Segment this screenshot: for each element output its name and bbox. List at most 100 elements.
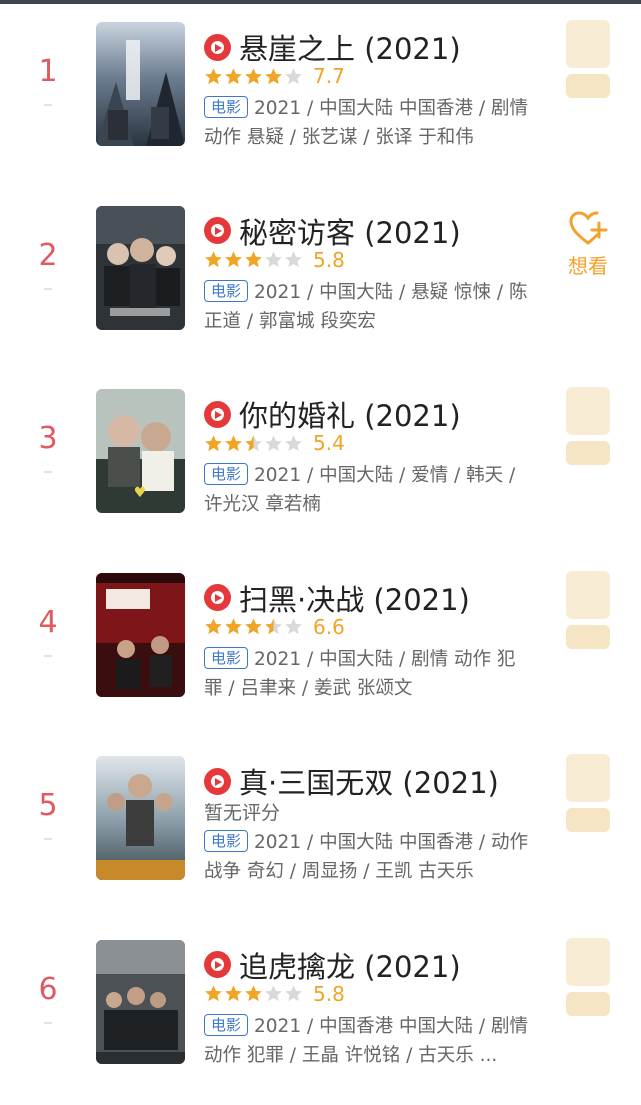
movie-meta: 电影2021 / 中国大陆 / 悬疑 惊悚 / 陈正道 / 郭富城 段奕宏 xyxy=(204,278,530,336)
star-icon xyxy=(244,67,263,86)
want-button-blurred[interactable] xyxy=(566,20,610,68)
movie-title[interactable]: 你的婚礼 (2021) xyxy=(239,393,461,435)
play-icon[interactable] xyxy=(204,584,231,611)
list-item[interactable]: 4 扫黑·决战 (2021) 6.6 电影2021 / 中国大陆 / 剧情 动作… xyxy=(0,555,641,739)
list-item[interactable]: 2 秘密访客 (2021) 5.8 电影2021 / 中国大陆 / 悬疑 惊悚 xyxy=(0,188,641,372)
rank-divider xyxy=(44,288,52,290)
star-icon xyxy=(224,67,243,86)
list-item[interactable]: 5 真·三国无双 (2021) 暂无评分 电影2021 / 中国大陆 中国香港 … xyxy=(0,738,641,922)
want-label-blurred xyxy=(566,992,610,1016)
movie-meta: 电影2021 / 中国大陆 中国香港 / 剧情 动作 悬疑 / 张艺谋 / 张译… xyxy=(204,94,530,152)
want-label-blurred xyxy=(566,74,610,98)
movie-poster[interactable] xyxy=(96,22,185,146)
rating-line: 6.6 xyxy=(204,615,345,639)
movie-info: 2021 / 中国大陆 中国香港 / 剧情 动作 悬疑 / 张艺谋 / 张译 于… xyxy=(204,98,528,148)
star-icon xyxy=(264,250,283,269)
want-to-watch-button[interactable]: 想看 xyxy=(562,210,614,279)
list-item[interactable]: 1 悬崖之上 (2021) 7.7 电影2021 / 中国大陆 中国香港 / 剧… xyxy=(0,4,641,188)
title-line[interactable]: 扫黑·决战 (2021) xyxy=(204,577,470,619)
want-label-blurred xyxy=(566,808,610,832)
star-rating xyxy=(204,67,304,86)
movie-tag: 电影 xyxy=(204,463,248,485)
movie-meta: 电影2021 / 中国大陆 / 爱情 / 韩天 / 许光汉 章若楠 xyxy=(204,461,530,519)
star-icon xyxy=(264,617,283,636)
want-button-blurred[interactable] xyxy=(566,754,610,802)
want-button-blurred[interactable] xyxy=(566,938,610,986)
star-icon xyxy=(284,250,303,269)
star-icon xyxy=(284,984,303,1003)
movie-poster[interactable] xyxy=(96,573,185,697)
rank-number: 3 xyxy=(26,421,70,456)
movie-poster[interactable] xyxy=(96,756,185,880)
want-button-blurred[interactable] xyxy=(566,387,610,435)
want-label-blurred xyxy=(566,625,610,649)
movie-title[interactable]: 扫黑·决战 (2021) xyxy=(239,577,470,619)
star-rating xyxy=(204,617,304,636)
rank-number: 4 xyxy=(26,605,70,640)
rating-score: 5.4 xyxy=(313,431,345,455)
movie-tag: 电影 xyxy=(204,1014,248,1036)
star-icon xyxy=(224,250,243,269)
play-icon[interactable] xyxy=(204,951,231,978)
star-icon xyxy=(284,617,303,636)
movie-poster[interactable]: ♥ xyxy=(96,389,185,513)
title-line[interactable]: 追虎擒龙 (2021) xyxy=(204,944,461,986)
rank-divider xyxy=(44,838,52,840)
star-icon xyxy=(204,67,223,86)
svg-text:♥: ♥ xyxy=(134,485,147,501)
star-icon xyxy=(204,984,223,1003)
movie-title[interactable]: 秘密访客 (2021) xyxy=(239,210,461,252)
rating-line: 5.4 xyxy=(204,431,345,455)
title-line[interactable]: 悬崖之上 (2021) xyxy=(204,26,461,68)
movie-tag: 电影 xyxy=(204,830,248,852)
movie-tag: 电影 xyxy=(204,96,248,118)
rating-score: 5.8 xyxy=(313,248,345,272)
star-icon xyxy=(204,250,223,269)
movie-title[interactable]: 悬崖之上 (2021) xyxy=(239,26,461,68)
play-icon[interactable] xyxy=(204,34,231,61)
rank-divider xyxy=(44,471,52,473)
star-icon xyxy=(264,984,283,1003)
movie-info: 2021 / 中国大陆 / 悬疑 惊悚 / 陈正道 / 郭富城 段奕宏 xyxy=(204,282,527,332)
star-icon xyxy=(284,67,303,86)
star-rating xyxy=(204,434,304,453)
rank-divider xyxy=(44,104,52,106)
star-icon xyxy=(204,617,223,636)
star-icon xyxy=(264,67,283,86)
movie-tag: 电影 xyxy=(204,647,248,669)
rank-number: 2 xyxy=(26,238,70,273)
movie-info: 2021 / 中国香港 中国大陆 / 剧情 动作 犯罪 / 王晶 许悦铭 / 古… xyxy=(204,1016,528,1066)
play-icon[interactable] xyxy=(204,401,231,428)
want-to-watch-label[interactable]: 想看 xyxy=(562,250,614,279)
star-icon xyxy=(284,434,303,453)
rank-divider xyxy=(44,1022,52,1024)
rating-score: 7.7 xyxy=(313,64,345,88)
star-rating xyxy=(204,250,304,269)
movie-meta: 电影2021 / 中国大陆 中国香港 / 动作 战争 奇幻 / 周显扬 / 王凯… xyxy=(204,828,530,886)
movie-poster[interactable] xyxy=(96,940,185,1064)
play-icon[interactable] xyxy=(204,768,231,795)
star-icon xyxy=(244,984,263,1003)
star-rating xyxy=(204,984,304,1003)
list-item[interactable]: 3 ♥ 你的婚礼 (2021) 5.4 电影2021 / 中国大陆 / 爱情 /… xyxy=(0,371,641,555)
want-button-blurred[interactable] xyxy=(566,571,610,619)
movie-info: 2021 / 中国大陆 / 爱情 / 韩天 / 许光汉 章若楠 xyxy=(204,465,515,515)
play-icon[interactable] xyxy=(204,217,231,244)
want-label-blurred xyxy=(566,441,610,465)
movie-title[interactable]: 真·三国无双 (2021) xyxy=(239,760,499,802)
title-line[interactable]: 秘密访客 (2021) xyxy=(204,210,461,252)
heart-plus-icon[interactable] xyxy=(568,210,608,246)
movie-poster[interactable] xyxy=(96,206,185,330)
rating-line: 7.7 xyxy=(204,64,345,88)
title-line[interactable]: 你的婚礼 (2021) xyxy=(204,393,461,435)
movie-info: 2021 / 中国大陆 / 剧情 动作 犯罪 / 吕聿来 / 姜武 张颂文 xyxy=(204,649,515,699)
movie-title[interactable]: 追虎擒龙 (2021) xyxy=(239,944,461,986)
title-line[interactable]: 真·三国无双 (2021) xyxy=(204,760,499,802)
rating-line: 5.8 xyxy=(204,248,345,272)
star-icon xyxy=(224,617,243,636)
rank-divider xyxy=(44,655,52,657)
no-rating-text: 暂无评分 xyxy=(204,798,280,825)
list-item[interactable]: 6 追虎擒龙 (2021) 5.8 电影2021 / 中国香港 中国大陆 / 剧… xyxy=(0,922,641,1105)
movie-tag: 电影 xyxy=(204,280,248,302)
star-icon xyxy=(264,434,283,453)
